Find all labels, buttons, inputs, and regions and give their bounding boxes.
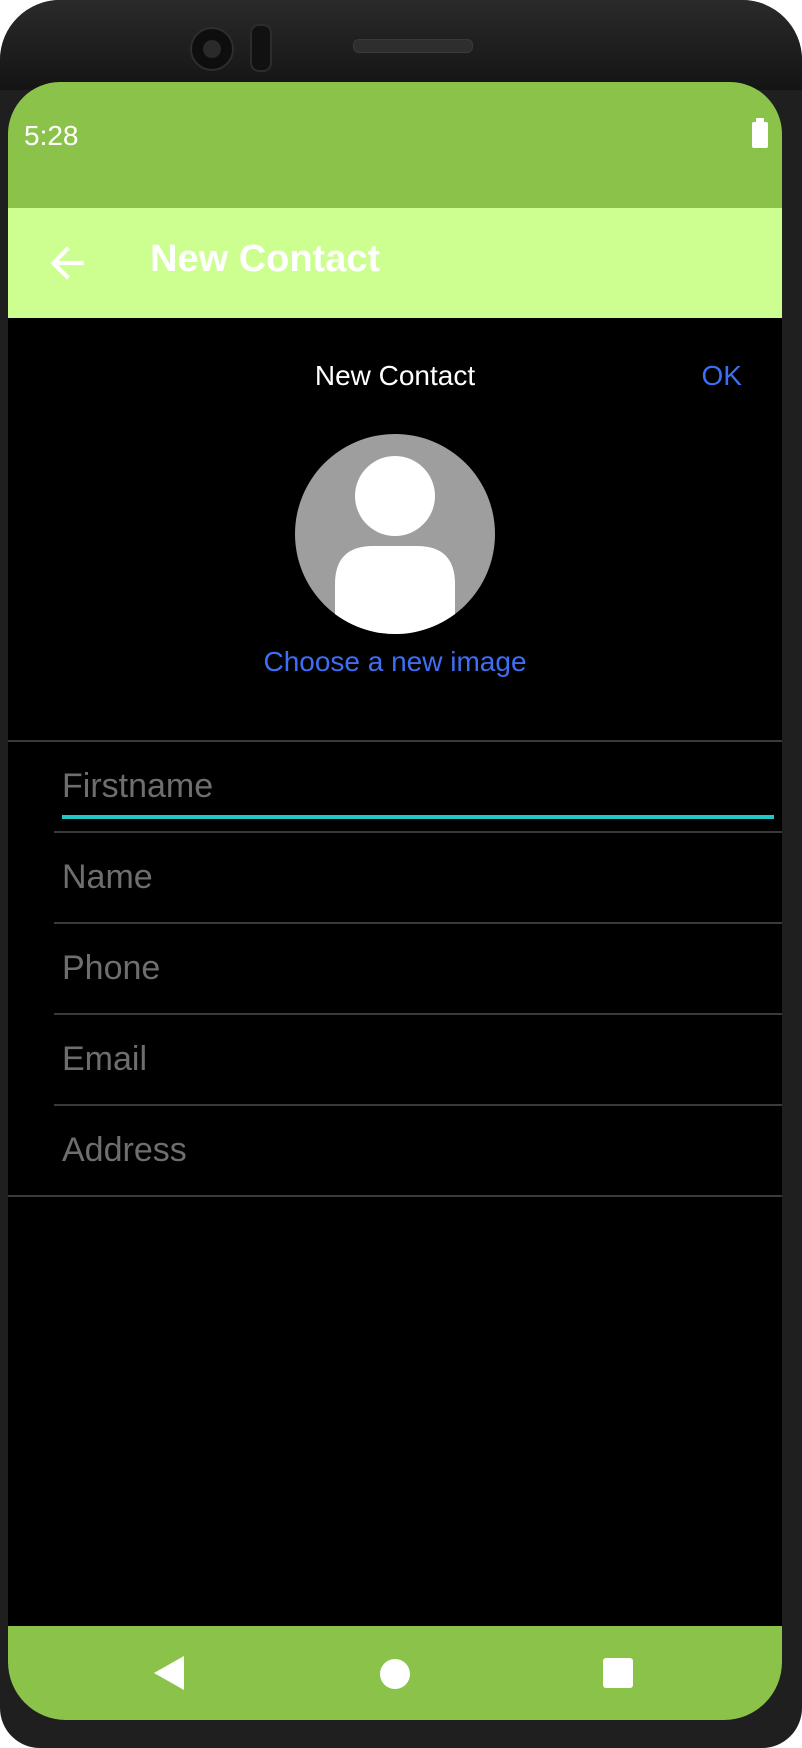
circle-home-icon[interactable] [380,1659,410,1689]
focus-underline [62,815,774,819]
form-bottom-divider [8,1195,782,1197]
choose-image-link[interactable]: Choose a new image [8,646,782,678]
form-title: New Contact [314,360,476,391]
status-bar: 5:28 [8,82,782,208]
status-time: 5:28 [24,120,79,151]
avatar[interactable] [295,434,495,634]
email-input[interactable] [54,1015,774,1103]
square-recents-icon[interactable] [603,1658,633,1688]
app-bar: New Contact [8,208,782,318]
phone-top-bezel [0,0,802,90]
form-header: New Contact OK [8,318,782,428]
address-input[interactable] [54,1106,774,1194]
phone-screen: 5:28 New Contact New Contact OK Choose a… [8,82,782,1720]
battery-icon [752,118,768,148]
address-field[interactable] [54,1106,782,1197]
proximity-sensor [250,24,272,72]
name-field[interactable] [54,833,782,924]
app-bar-title: New Contact [150,238,381,280]
phone-field[interactable] [54,924,782,1015]
person-icon [335,456,455,634]
name-input[interactable] [54,833,774,921]
arrow-back-icon[interactable] [42,238,92,288]
email-field[interactable] [54,1015,782,1106]
phone-frame: 5:28 New Contact New Contact OK Choose a… [0,0,802,1748]
firstname-field[interactable] [54,742,782,833]
triangle-back-icon[interactable] [154,1656,184,1690]
front-camera [190,27,234,71]
navigation-bar [8,1626,782,1720]
phone-input[interactable] [54,924,774,1012]
ok-button[interactable]: OK [702,360,742,392]
earpiece-speaker [353,39,473,53]
